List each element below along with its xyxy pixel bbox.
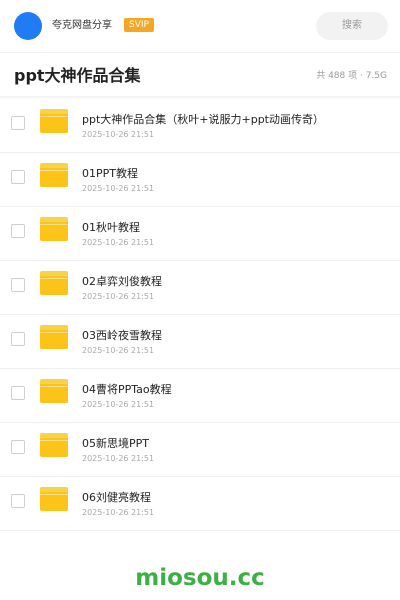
file-name: 05新思境PPT	[82, 437, 149, 450]
folder-icon	[40, 325, 68, 349]
file-name: 06刘健亮教程	[82, 491, 151, 504]
page-title: ppt大神作品合集	[14, 66, 141, 85]
select-checkbox[interactable]	[11, 170, 25, 184]
file-name: 04曹将PPTao教程	[82, 383, 172, 396]
file-name: 01秋叶教程	[82, 221, 140, 234]
svip-badge: SVIP	[124, 18, 154, 32]
item-summary: 共 488 项 · 7.5G	[316, 71, 387, 81]
list-item[interactable]: 02卓弈刘俊教程 2025-10-26 21:51	[0, 261, 400, 315]
file-date: 2025-10-26 21:51	[82, 238, 155, 247]
file-date: 2025-10-26 21:51	[82, 292, 155, 301]
folder-icon	[40, 487, 68, 511]
file-name: 02卓弈刘俊教程	[82, 275, 162, 288]
file-name: 01PPT教程	[82, 167, 138, 180]
list-item[interactable]: 03西岭夜雪教程 2025-10-26 21:51	[0, 315, 400, 369]
list-item[interactable]: ppt大神作品合集（秋叶+说服力+ppt动画传奇） 2025-10-26 21:…	[0, 99, 400, 153]
folder-icon	[40, 271, 68, 295]
folder-icon	[40, 163, 68, 187]
search-button[interactable]: 搜索	[316, 12, 388, 40]
file-name: ppt大神作品合集（秋叶+说服力+ppt动画传奇）	[82, 113, 324, 126]
select-checkbox[interactable]	[11, 386, 25, 400]
share-page: 夸克网盘分享 SVIP 搜索 ppt大神作品合集 共 488 项 · 7.5G …	[0, 0, 400, 600]
watermark: miosou.cc	[135, 565, 265, 591]
folder-icon	[40, 217, 68, 241]
select-checkbox[interactable]	[11, 494, 25, 508]
folder-icon	[40, 109, 68, 133]
file-date: 2025-10-26 21:51	[82, 508, 155, 517]
list-item[interactable]: 06刘健亮教程 2025-10-26 21:51	[0, 477, 400, 531]
select-checkbox[interactable]	[11, 332, 25, 346]
select-checkbox[interactable]	[11, 224, 25, 238]
select-checkbox[interactable]	[11, 116, 25, 130]
owner-name: 夸克网盘分享	[52, 20, 112, 31]
folder-icon	[40, 379, 68, 403]
title-bar: ppt大神作品合集 共 488 项 · 7.5G	[0, 53, 400, 96]
list-item[interactable]: 05新思境PPT 2025-10-26 21:51	[0, 423, 400, 477]
list-item[interactable]: 01PPT教程 2025-10-26 21:51	[0, 153, 400, 207]
list-item[interactable]: 01秋叶教程 2025-10-26 21:51	[0, 207, 400, 261]
file-name: 03西岭夜雪教程	[82, 329, 162, 342]
select-checkbox[interactable]	[11, 278, 25, 292]
select-checkbox[interactable]	[11, 440, 25, 454]
file-date: 2025-10-26 21:51	[82, 400, 155, 409]
file-list: ppt大神作品合集（秋叶+说服力+ppt动画传奇） 2025-10-26 21:…	[0, 99, 400, 531]
file-date: 2025-10-26 21:51	[82, 346, 155, 355]
folder-icon	[40, 433, 68, 457]
avatar	[14, 12, 42, 40]
file-date: 2025-10-26 21:51	[82, 130, 155, 139]
file-date: 2025-10-26 21:51	[82, 454, 155, 463]
file-date: 2025-10-26 21:51	[82, 184, 155, 193]
share-header: 夸克网盘分享 SVIP 搜索	[0, 0, 400, 53]
list-item[interactable]: 04曹将PPTao教程 2025-10-26 21:51	[0, 369, 400, 423]
